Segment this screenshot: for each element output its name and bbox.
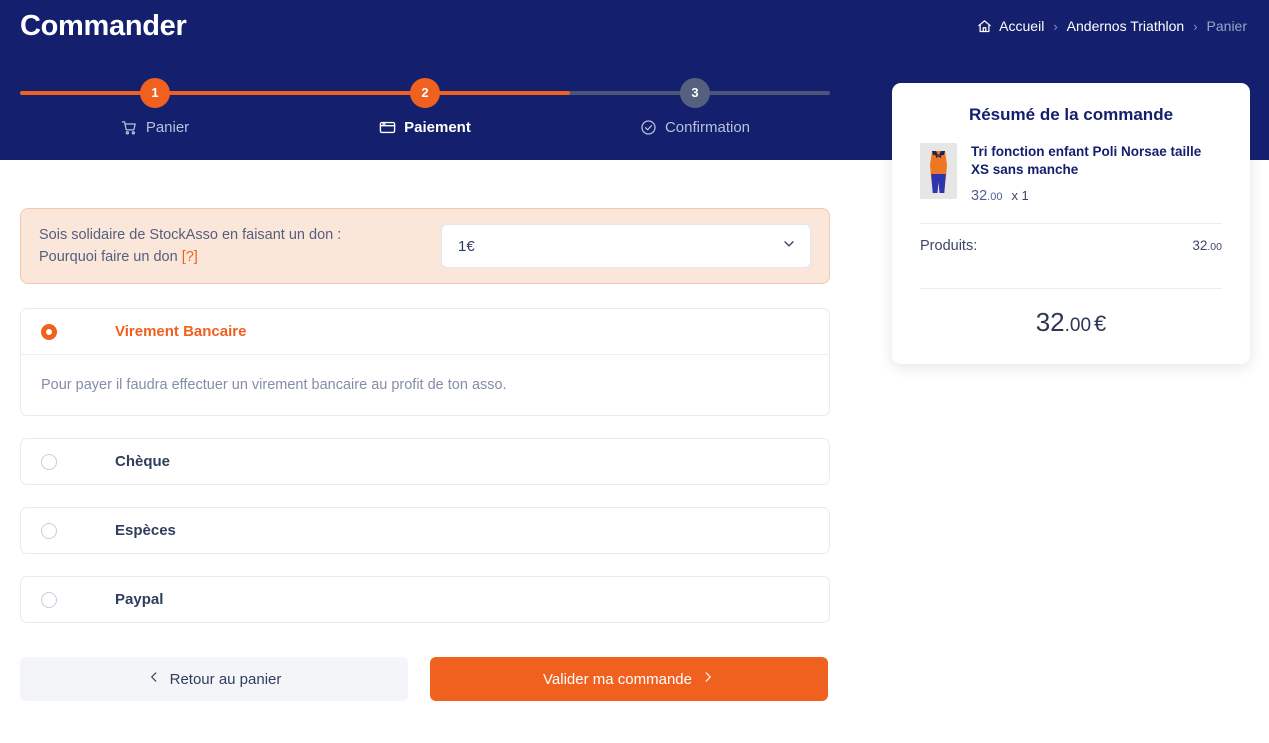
back-to-cart-button[interactable]: Retour au panier — [20, 657, 408, 701]
chevron-left-icon — [147, 670, 161, 688]
donation-banner: Sois solidaire de StockAsso en faisant u… — [20, 208, 830, 284]
product-thumbnail — [920, 143, 957, 199]
donation-amount-select[interactable]: 1€ — [441, 224, 811, 268]
cart-icon — [121, 119, 138, 136]
payment-method-label: Paypal — [115, 591, 164, 608]
validate-order-button[interactable]: Valider ma commande — [430, 657, 828, 701]
step-number: 1 — [140, 78, 170, 108]
payment-method-paypal[interactable]: Paypal — [20, 576, 830, 623]
grand-total-currency: € — [1094, 311, 1107, 337]
step-label-paiement: Paiement — [345, 119, 505, 136]
home-icon — [977, 19, 992, 34]
summary-products-int: 32 — [1192, 238, 1208, 254]
breadcrumb-label: Panier — [1206, 18, 1247, 34]
payment-method-list: Virement Bancaire Pour payer il faudra e… — [20, 308, 830, 623]
order-summary-card: Résumé de la commande Tri fonction enfan… — [892, 83, 1250, 365]
step-label-text: Paiement — [404, 119, 471, 136]
order-summary-item-details: Tri fonction enfant Poli Norsae taille X… — [971, 143, 1222, 205]
grand-total-int: 32 — [1035, 307, 1065, 338]
payment-method-virement-bancaire[interactable]: Virement Bancaire Pour payer il faudra e… — [20, 308, 830, 416]
grand-total-dec: .00 — [1064, 315, 1092, 337]
payment-method-cheque[interactable]: Chèque — [20, 438, 830, 485]
payment-method-especes[interactable]: Espèces — [20, 507, 830, 554]
donation-line-2: Pourquoi faire un don [?] — [39, 246, 341, 268]
step-panier[interactable]: 1 Panier — [75, 78, 235, 136]
product-quantity: x 1 — [1011, 188, 1029, 204]
page-title: Commander — [20, 10, 187, 42]
breadcrumb-label: Andernos Triathlon — [1066, 18, 1185, 34]
payment-method-row[interactable]: Virement Bancaire — [21, 309, 829, 355]
radio-especes[interactable] — [41, 522, 57, 539]
radio-paypal[interactable] — [41, 591, 57, 608]
payment-method-row[interactable]: Espèces — [21, 508, 829, 553]
breadcrumb-item-accueil[interactable]: Accueil — [977, 18, 1044, 34]
step-label-panier: Panier — [75, 119, 235, 136]
donation-line-2-text: Pourquoi faire un don — [39, 249, 178, 265]
payment-method-row[interactable]: Chèque — [21, 439, 829, 484]
checkout-main: Sois solidaire de StockAsso en faisant u… — [20, 208, 830, 701]
donation-help-link[interactable]: [?] — [182, 249, 198, 265]
checkout-stepper: 1 Panier 2 Paiement 3 Confirmation — [20, 78, 830, 148]
order-summary-title: Résumé de la commande — [968, 105, 1174, 124]
donation-amount-wrap: 1€ — [441, 224, 811, 268]
product-price: 32.00 — [971, 187, 1002, 205]
product-name: Tri fonction enfant Poli Norsae taille X… — [971, 144, 1202, 178]
credit-card-icon — [379, 119, 396, 136]
donation-text: Sois solidaire de StockAsso en faisant u… — [39, 224, 341, 269]
step-label-confirmation: Confirmation — [615, 119, 775, 136]
checkout-actions: Retour au panier Valider ma commande — [20, 657, 830, 701]
chevron-right-icon — [701, 670, 715, 688]
payment-method-row[interactable]: Paypal — [21, 577, 829, 622]
check-circle-icon — [640, 119, 657, 136]
product-price-int: 32 — [971, 188, 988, 205]
radio-cheque[interactable] — [41, 453, 57, 470]
step-label-text: Panier — [145, 119, 190, 136]
radio-virement-bancaire[interactable] — [41, 323, 57, 340]
summary-grand-total: 32.00 € — [920, 289, 1222, 338]
step-number: 3 — [680, 78, 710, 108]
summary-products-value: 32.00 — [1192, 238, 1222, 254]
breadcrumb-separator: › — [1193, 18, 1198, 34]
breadcrumb-item-andernos-triathlon[interactable]: Andernos Triathlon — [1067, 18, 1185, 34]
payment-method-label: Virement Bancaire — [115, 323, 247, 340]
payment-method-label: Espèces — [115, 522, 176, 539]
breadcrumb-item-panier: Panier — [1207, 18, 1247, 34]
back-to-cart-label: Retour au panier — [169, 670, 282, 688]
summary-products-label: Produits: — [920, 238, 978, 255]
product-price-dec: .00 — [987, 191, 1003, 204]
summary-products-dec: .00 — [1207, 241, 1222, 254]
step-paiement[interactable]: 2 Paiement — [345, 78, 505, 136]
validate-order-label: Valider ma commande — [543, 670, 692, 688]
breadcrumb-label: Accueil — [999, 18, 1045, 34]
step-number: 2 — [410, 78, 440, 108]
product-price-row: 32.00 x 1 — [971, 187, 1222, 205]
payment-method-label: Chèque — [115, 453, 171, 470]
payment-method-description: Pour payer il faudra effectuer un vireme… — [41, 377, 507, 393]
step-label-text: Confirmation — [664, 119, 751, 136]
breadcrumb: Accueil › Andernos Triathlon › Panier — [977, 18, 1247, 34]
step-confirmation[interactable]: 3 Confirmation — [615, 78, 775, 136]
order-summary-item: Tri fonction enfant Poli Norsae taille X… — [920, 143, 1222, 205]
breadcrumb-separator: › — [1053, 18, 1058, 34]
donation-line-1: Sois solidaire de StockAsso en faisant u… — [39, 226, 342, 243]
summary-products-line: Produits: 32.00 — [920, 224, 1222, 270]
